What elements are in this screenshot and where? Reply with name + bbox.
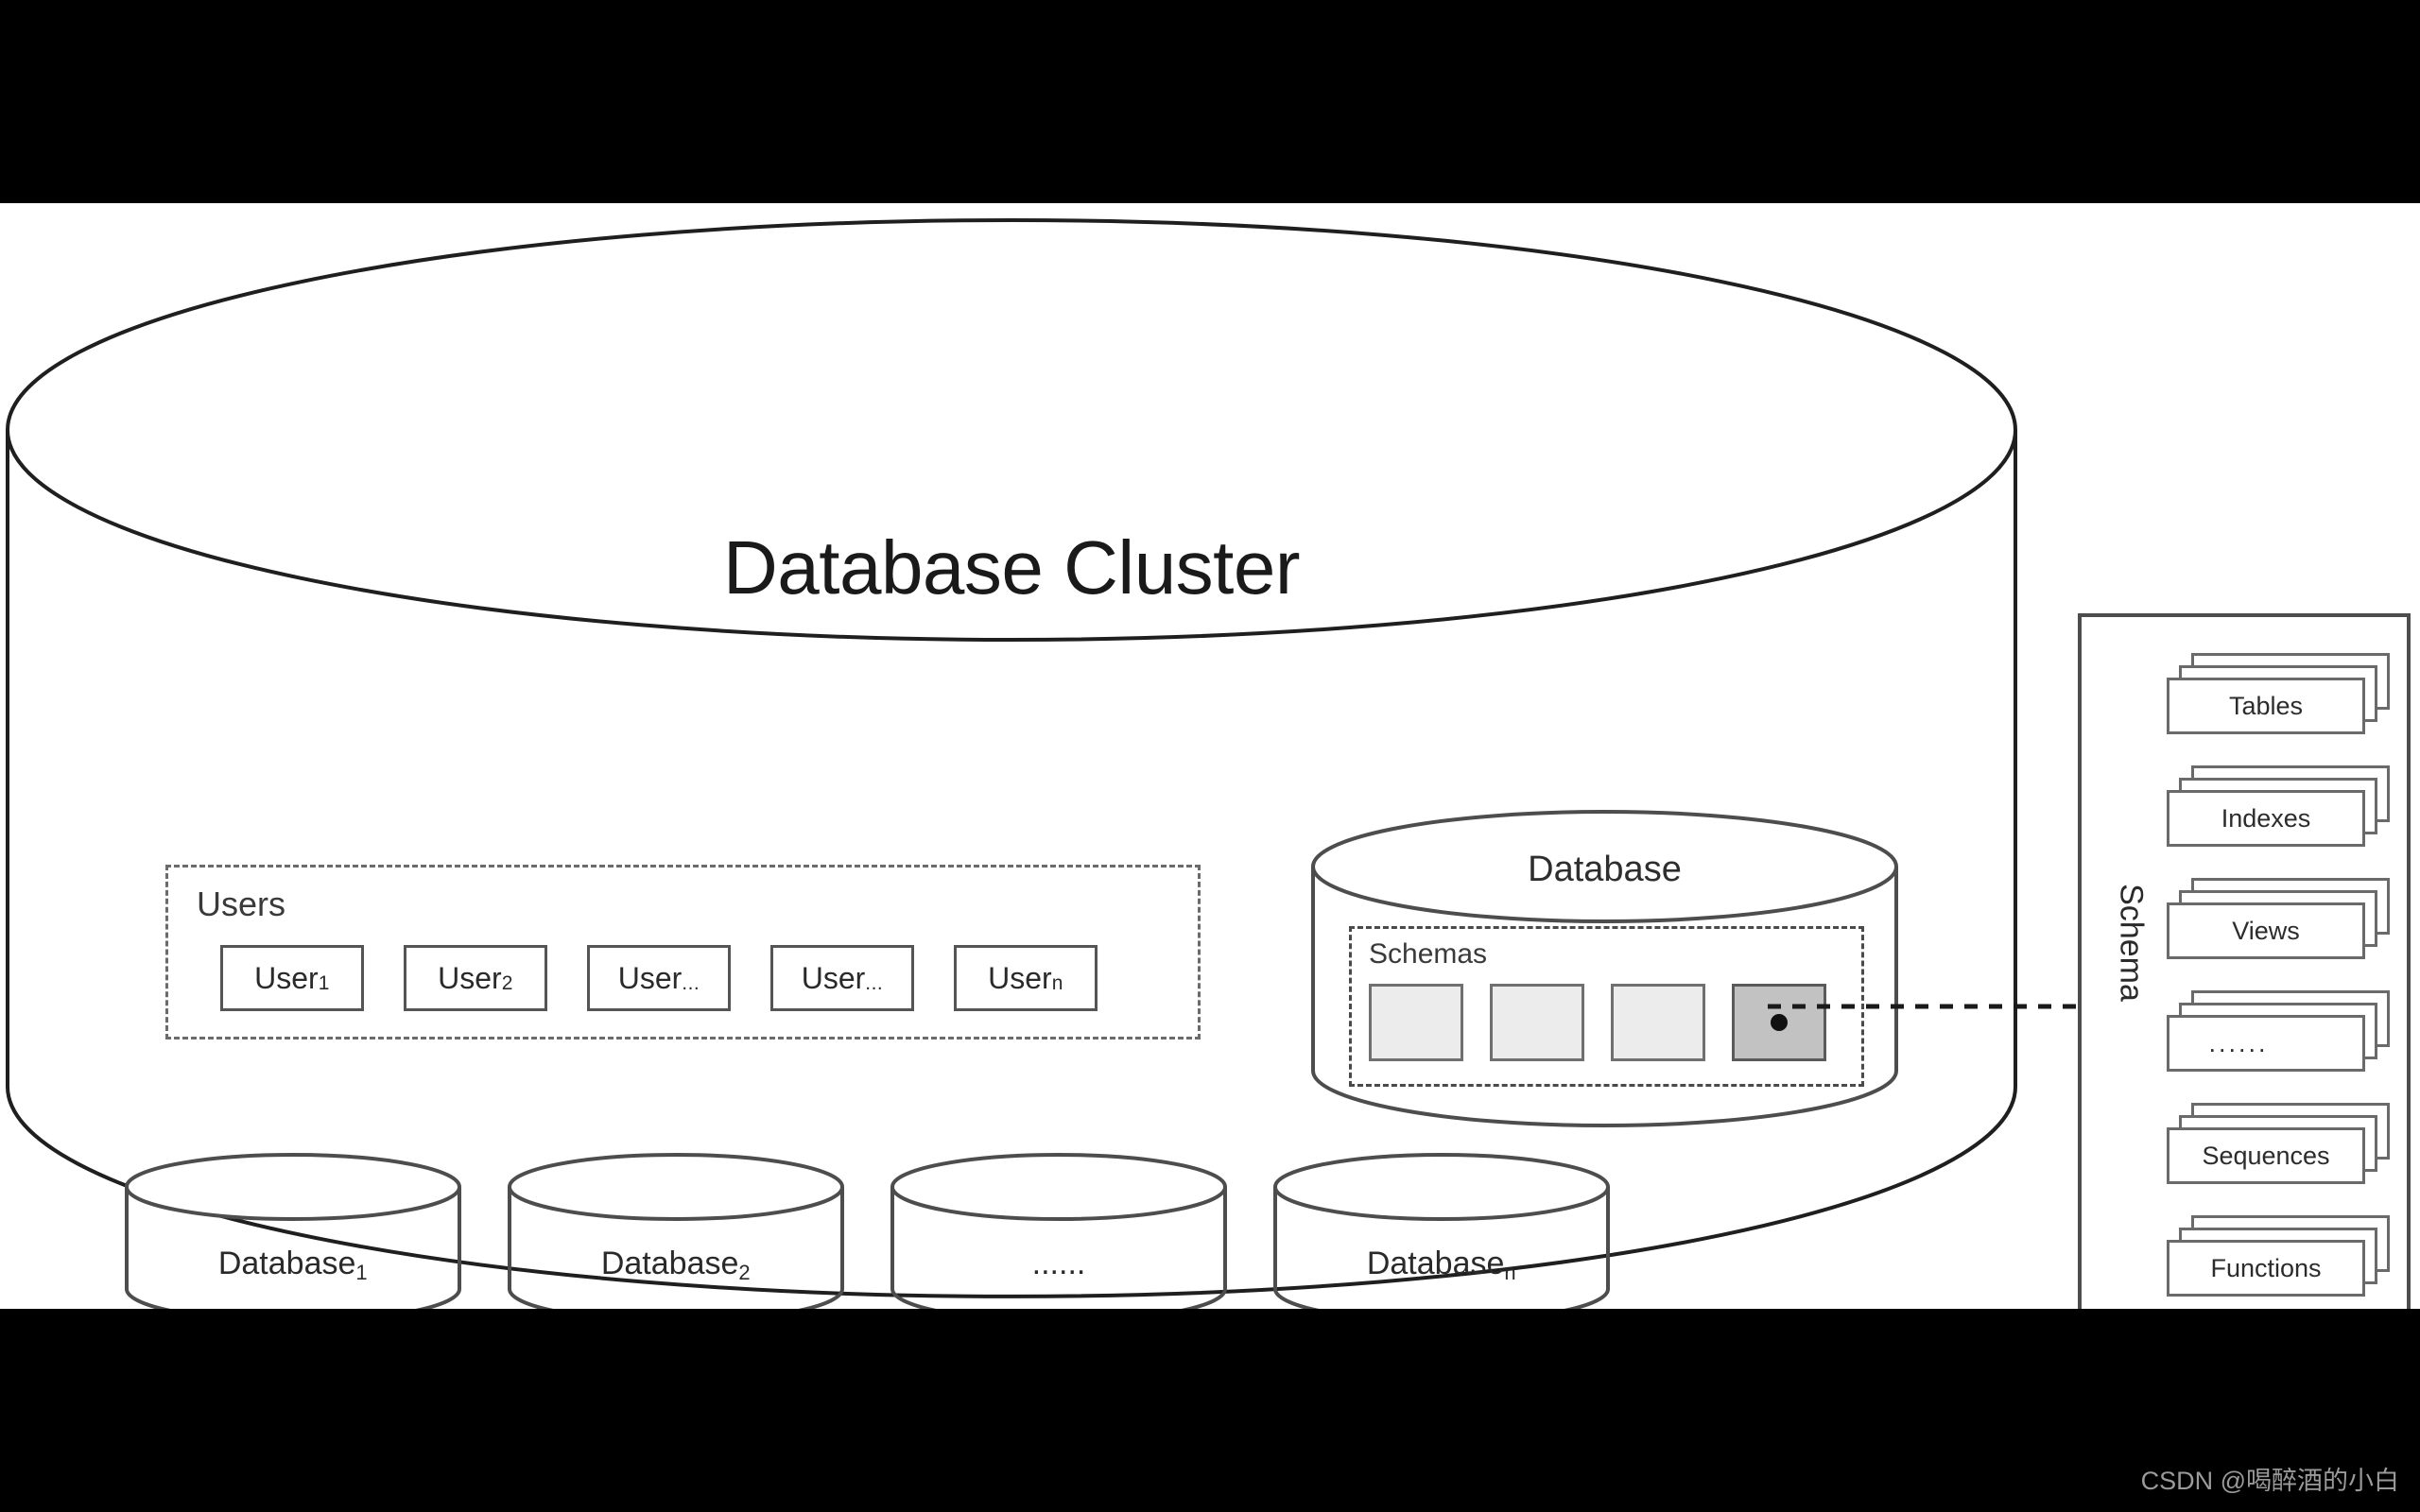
card-label: Views [2232,916,2300,945]
diagram-canvas: Database Cluster Users User 1 User 2 User.… [0,203,2420,1364]
database-label-base: Database [217,1246,356,1281]
watermark: CSDN @喝醉酒的小白 [2140,1467,2399,1495]
users-list: User 1 User 2 User... User... User n [220,945,1098,1011]
schema-panel-label: Schema [2113,884,2150,1002]
card-sheet-front: Indexes [2167,790,2365,847]
card-sheet-front: ...... [2167,1015,2365,1072]
user-box-label: User [438,960,502,995]
schema-box[interactable] [1611,984,1705,1061]
user-box[interactable]: User 1 [220,945,364,1011]
user-box-label: User [988,960,1052,995]
database-cylinder-shape [508,1153,844,1323]
database-cylinder-shape [890,1153,1227,1323]
user-box[interactable]: User n [954,945,1098,1011]
user-box-subscript: ... [865,972,884,994]
schema-card-indexes[interactable]: Indexes [2167,765,2392,852]
card-sheet-front: Functions [2167,1240,2365,1297]
database-label-subscript: n [1504,1261,1517,1284]
user-box-label: User [617,960,683,995]
database-cylinder-label: Database [1528,850,1682,889]
letterbox-bar-bottom: CSDN @喝醉酒的小白 [0,1309,2420,1512]
schema-box[interactable] [1490,984,1584,1061]
schema-card-functions[interactable]: Functions [2167,1215,2392,1302]
card-label: Indexes [2221,803,2311,833]
schemas-group-label: Schemas [1369,938,1488,970]
schema-object-cards: Tables Indexes Views ...... Sequences Fu… [2167,653,2394,1328]
database-label-subscript: 1 [355,1261,369,1284]
user-box-subscript: ... [682,972,700,994]
user-box[interactable]: User 2 [404,945,547,1011]
database-label-base: ...... [1031,1246,1086,1281]
card-label: ...... [2208,1028,2269,1057]
database-cylinder-shape [1273,1153,1610,1323]
schema-box[interactable] [1369,984,1463,1061]
schema-card-views[interactable]: Views [2167,878,2392,965]
letterbox-bar-top [0,0,2420,203]
schemas-list [1369,984,1826,1061]
database-cylinder-label: Databasen [1271,1246,1612,1284]
database-cylinder[interactable]: Database1 [123,1153,463,1323]
database-label-base: Database [1366,1246,1505,1281]
diagram-stage: Database Cluster Users User 1 User 2 User.… [0,0,2420,1512]
database-label-base: Database [600,1246,739,1281]
user-box-subscript: n [1051,972,1063,994]
schema-panel: Schema Tables Indexes Views ...... Seque… [2078,613,2411,1364]
users-group-label: Users [197,885,286,923]
users-group: Users User 1 User 2 User... User... User n [165,865,1201,1040]
card-sheet-front: Tables [2167,678,2365,734]
database-cylinder-label: ...... [889,1246,1229,1282]
database-cylinder-label: Database2 [506,1246,846,1284]
user-box-label: User [254,960,319,995]
database-cylinder-shape [125,1153,461,1323]
database-cluster-cylinder [6,218,2017,1298]
user-box-subscript: 2 [501,972,513,994]
card-label: Sequences [2202,1141,2330,1170]
user-box[interactable]: User... [587,945,731,1011]
database-cylinder[interactable]: Database2 [506,1153,846,1323]
user-box[interactable]: User... [770,945,914,1011]
user-box-subscript: 1 [318,972,330,994]
database-cylinder-ellipsis: ...... [889,1153,1229,1323]
database-label-subscript: 2 [738,1261,752,1284]
schema-card-ellipsis: ...... [2167,990,2392,1077]
card-label: Functions [2210,1253,2322,1282]
database-cylinder[interactable]: Databasen [1271,1153,1612,1323]
schema-card-tables[interactable]: Tables [2167,653,2392,740]
card-label: Tables [2228,691,2304,720]
page-title: Database Cluster [722,525,1301,610]
database-cylinder-label: Database1 [123,1246,463,1284]
card-sheet-front: Views [2167,902,2365,959]
schema-card-sequences[interactable]: Sequences [2167,1103,2392,1190]
databases-row: Database1 Database2 ...... Databasen [123,1153,1654,1323]
user-box-label: User [801,960,866,995]
database-detail-cylinder: Database Schemas [1309,808,1900,1129]
card-sheet-front: Sequences [2167,1127,2365,1184]
